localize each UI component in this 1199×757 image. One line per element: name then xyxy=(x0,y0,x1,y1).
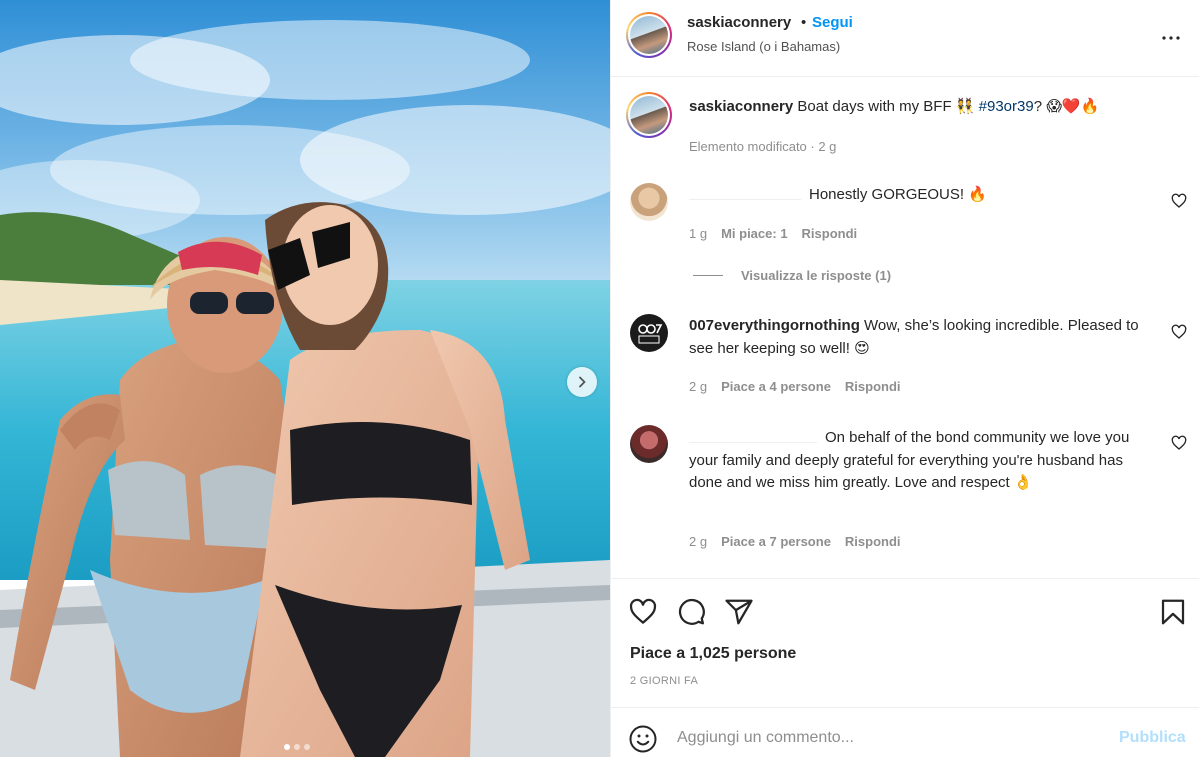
007-logo-icon xyxy=(638,324,663,344)
commenter-avatar[interactable] xyxy=(630,183,668,221)
reply-button[interactable]: Rispondi xyxy=(802,226,858,241)
carousel-dot xyxy=(304,744,310,750)
comment-text: On behalf of the bond community we love … xyxy=(689,427,1159,495)
likes-count[interactable]: Piace a 1,025 persone xyxy=(630,645,796,663)
post-sidebar: saskiaconnery • Segui Rose Island (o i B… xyxy=(610,0,1199,757)
caption-username[interactable]: saskiaconnery xyxy=(689,98,793,115)
caption-meta: Elemento modificato · 2 g xyxy=(689,139,836,154)
more-icon[interactable] xyxy=(1159,26,1183,50)
carousel-dot xyxy=(284,744,290,750)
like-comment-icon[interactable] xyxy=(1171,193,1187,209)
commenter-avatar[interactable] xyxy=(630,425,668,463)
comment-body: Honestly GORGEOUS! 🔥 xyxy=(809,186,987,203)
view-replies-label: Visualizza le risposte (1) xyxy=(741,268,892,283)
replies-divider xyxy=(693,275,723,276)
carousel-dots xyxy=(284,744,310,750)
post-header: saskiaconnery • Segui Rose Island (o i B… xyxy=(611,0,1199,77)
comment-likes[interactable]: Piace a 4 persone xyxy=(721,379,831,394)
instagram-post: saskiaconnery • Segui Rose Island (o i B… xyxy=(0,0,1199,757)
comment-meta: 2 g Piace a 7 persone Rispondi xyxy=(689,534,901,549)
caption-body: Boat days with my BFF 👯 xyxy=(797,98,975,115)
commenter-avatar[interactable] xyxy=(630,314,668,352)
publish-button[interactable]: Pubblica xyxy=(1119,729,1186,747)
save-icon[interactable] xyxy=(1158,597,1188,627)
comment-time: 1 g xyxy=(689,226,708,241)
like-comment-icon[interactable] xyxy=(1171,324,1187,340)
separator-dot: • xyxy=(801,14,807,31)
beach-photo xyxy=(0,0,610,757)
comment-time: 2 g xyxy=(689,534,708,549)
like-comment-icon[interactable] xyxy=(1171,435,1187,451)
comment-meta: 2 g Piace a 4 persone Rispondi xyxy=(689,379,901,394)
heart-icon[interactable] xyxy=(628,597,658,627)
comment-icon[interactable] xyxy=(676,597,706,627)
comment-likes[interactable]: Piace a 7 persone xyxy=(721,534,831,549)
comment-input[interactable] xyxy=(677,723,1097,753)
view-replies-button[interactable]: Visualizza le risposte (1) xyxy=(693,268,891,283)
reply-button[interactable]: Rispondi xyxy=(845,534,901,549)
reply-button[interactable]: Rispondi xyxy=(845,379,901,394)
commenter-username[interactable] xyxy=(689,190,801,201)
author-username[interactable]: saskiaconnery xyxy=(687,14,791,31)
caption-emoji: ? 😱❤️🔥 xyxy=(1033,98,1100,115)
comment-text: 007everythingornothing Wow, she’s lookin… xyxy=(689,315,1159,360)
post-actions: Piace a 1,025 persone 2 GIORNI FA xyxy=(611,578,1199,706)
comment-text: Honestly GORGEOUS! 🔥 xyxy=(689,184,1159,207)
commenter-username[interactable]: 007everythingornothing xyxy=(689,317,860,334)
post-timestamp: 2 GIORNI FA xyxy=(630,675,699,687)
location-link[interactable]: Rose Island (o i Bahamas) xyxy=(687,39,840,54)
next-slide-button[interactable] xyxy=(567,367,597,397)
post-photo[interactable] xyxy=(0,0,610,757)
share-icon[interactable] xyxy=(724,597,754,627)
comment-time: 2 g xyxy=(689,379,708,394)
follow-button[interactable]: Segui xyxy=(812,14,853,31)
author-avatar[interactable] xyxy=(626,12,672,58)
comment-meta: 1 g Mi piace: 1 Rispondi xyxy=(689,226,857,241)
caption-edited-time: Elemento modificato · 2 g xyxy=(689,139,837,154)
emoji-icon[interactable] xyxy=(628,724,658,754)
author-avatar[interactable] xyxy=(626,92,672,138)
commenter-username[interactable] xyxy=(689,433,817,444)
comment-likes[interactable]: Mi piace: 1 xyxy=(721,226,787,241)
next-arrow-icon xyxy=(579,376,586,388)
hashtag-link[interactable]: #93or39 xyxy=(979,98,1034,115)
carousel-dot xyxy=(294,744,300,750)
caption-text: saskiaconnery Boat days with my BFF 👯 #9… xyxy=(689,96,1159,119)
add-comment-bar: Pubblica xyxy=(611,707,1199,757)
